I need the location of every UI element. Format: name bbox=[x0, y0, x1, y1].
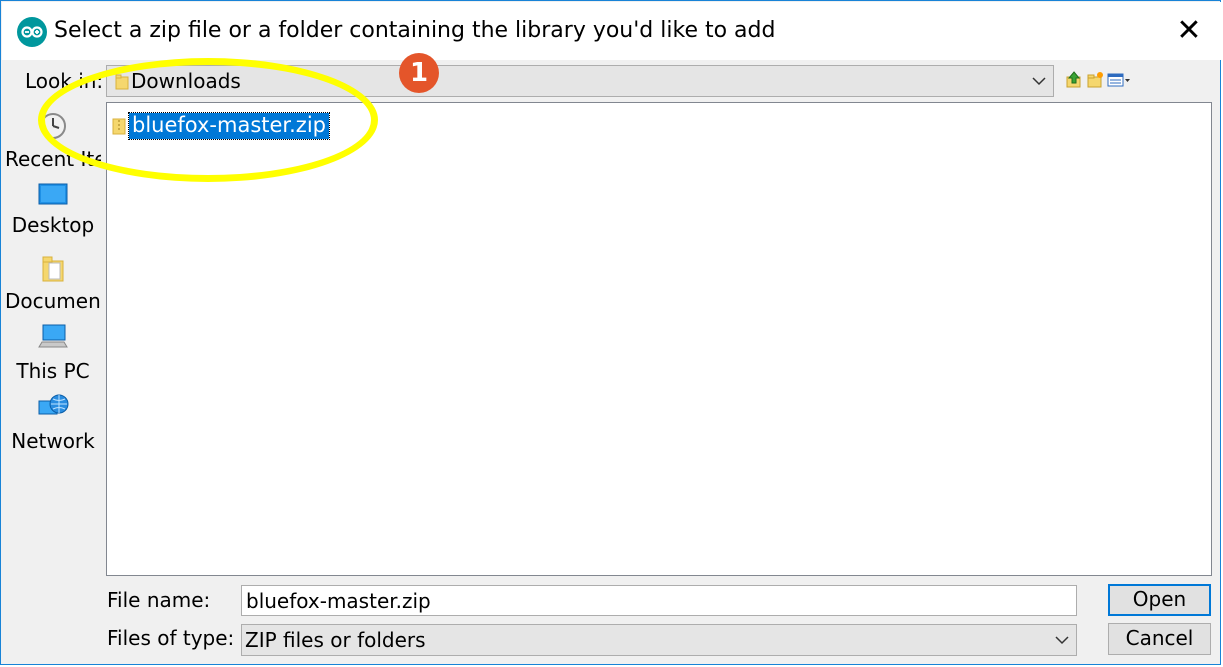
title-bar: Select a zip file or a folder containing… bbox=[2, 2, 1221, 60]
new-folder-icon bbox=[1087, 72, 1103, 88]
open-button[interactable]: Open bbox=[1108, 584, 1211, 616]
up-folder-icon bbox=[1066, 71, 1081, 88]
view-menu-button[interactable] bbox=[1107, 71, 1131, 93]
close-icon: ✕ bbox=[1176, 13, 1202, 48]
file-name-label: File name: bbox=[107, 588, 211, 612]
place-network[interactable]: Network bbox=[5, 393, 101, 453]
view-list-icon bbox=[1107, 73, 1130, 87]
annotation-step-marker: 1 bbox=[399, 53, 439, 93]
documents-icon bbox=[42, 256, 64, 282]
place-desktop[interactable]: Desktop bbox=[5, 183, 101, 237]
file-type-dropdown[interactable]: ZIP files or folders bbox=[241, 624, 1077, 656]
file-type-label: Files of type: bbox=[107, 626, 235, 650]
place-documents[interactable]: Documents bbox=[5, 255, 101, 313]
places-bar: Recent Items Desktop Documents This PC bbox=[5, 103, 101, 655]
computer-icon bbox=[38, 324, 68, 348]
cancel-button[interactable]: Cancel bbox=[1108, 623, 1211, 655]
up-folder-button[interactable] bbox=[1065, 71, 1083, 93]
file-type-value: ZIP files or folders bbox=[245, 628, 426, 652]
place-label: Desktop bbox=[11, 213, 95, 237]
file-name-input[interactable] bbox=[241, 585, 1077, 616]
window-title: Select a zip file or a folder containing… bbox=[54, 18, 776, 43]
chevron-down-icon bbox=[1055, 636, 1069, 645]
place-label: Network bbox=[11, 429, 95, 453]
desktop-icon bbox=[38, 183, 68, 205]
arduino-icon bbox=[17, 17, 47, 47]
place-this-pc[interactable]: This PC bbox=[5, 323, 101, 383]
place-label: This PC bbox=[16, 359, 90, 383]
new-folder-button[interactable] bbox=[1086, 71, 1104, 93]
close-button[interactable]: ✕ bbox=[1172, 14, 1206, 48]
annotation-highlight-ellipse bbox=[38, 58, 378, 182]
chevron-down-icon bbox=[1032, 77, 1046, 86]
place-label: Documents bbox=[5, 289, 101, 313]
network-icon bbox=[38, 394, 69, 415]
